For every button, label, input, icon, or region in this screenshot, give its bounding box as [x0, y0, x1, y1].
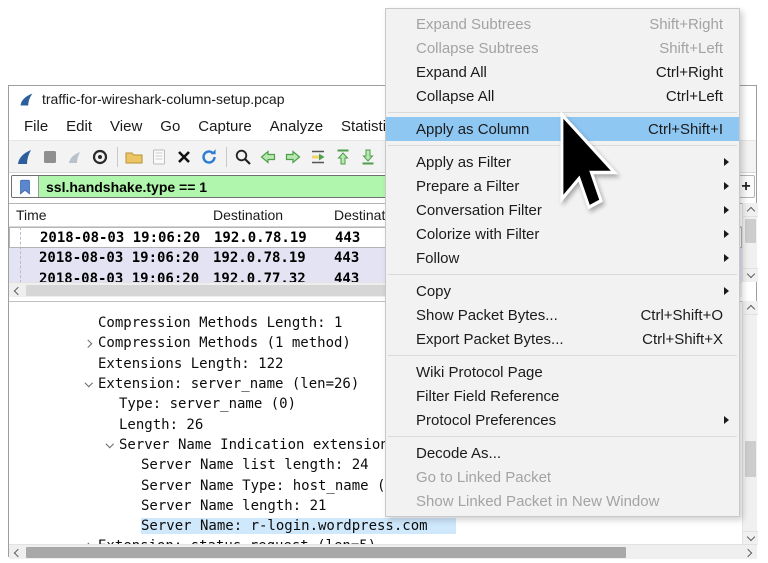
wireshark-fin-icon[interactable] [15, 147, 35, 167]
close-file-icon[interactable] [174, 147, 194, 167]
window-title: traffic-for-wireshark-column-setup.pcap [42, 91, 285, 107]
detail-horizontal-scrollbar[interactable] [9, 544, 757, 559]
menu-analyze[interactable]: Analyze [261, 112, 332, 140]
menu-item-go-to-linked-packet[interactable]: Go to Linked Packet [386, 465, 739, 489]
menu-item-decode-as[interactable]: Decode As... [386, 441, 739, 465]
scroll-right-icon[interactable] [742, 545, 757, 560]
submenu-arrow-icon [724, 230, 729, 238]
scrollbar-thumb[interactable] [745, 441, 756, 477]
toolbar-separator [117, 147, 118, 167]
scroll-down-icon[interactable] [743, 531, 758, 545]
open-file-icon[interactable] [124, 147, 144, 167]
submenu-arrow-icon [724, 287, 729, 295]
stop-capture-icon[interactable] [40, 147, 60, 167]
submenu-arrow-icon [724, 182, 729, 190]
tree-line[interactable]: Extension: status_request (len=5) [9, 536, 742, 544]
restart-capture-icon[interactable] [65, 147, 85, 167]
column-header-time[interactable]: Time [16, 207, 47, 223]
related-packet-gutter [20, 227, 21, 283]
menu-item-follow[interactable]: Follow [386, 246, 739, 270]
menu-capture[interactable]: Capture [189, 112, 260, 140]
context-menu: Expand Subtrees Shift+Right Collapse Sub… [385, 8, 740, 517]
go-back-icon[interactable] [258, 147, 278, 167]
menu-item-copy[interactable]: Copy [386, 279, 739, 303]
packet-list-vertical-scrollbar[interactable] [742, 203, 757, 282]
submenu-arrow-icon [724, 416, 729, 424]
menu-item-colorize-with-filter[interactable]: Colorize with Filter [386, 222, 739, 246]
scroll-up-icon[interactable] [743, 203, 758, 217]
scrollbar-thumb[interactable] [745, 219, 756, 243]
menu-separator [388, 436, 737, 437]
expander-expanded-icon[interactable] [80, 380, 98, 389]
submenu-arrow-icon [724, 158, 729, 166]
menu-item-wiki-protocol-page[interactable]: Wiki Protocol Page [386, 360, 739, 384]
column-header-destination[interactable]: Destination [213, 207, 283, 223]
wireshark-app-icon [18, 91, 35, 108]
scrollbar-thumb[interactable] [26, 547, 626, 558]
menu-item-collapse-subtrees[interactable]: Collapse Subtrees Shift+Left [386, 36, 739, 60]
scroll-down-icon[interactable] [743, 268, 758, 282]
menu-view[interactable]: View [101, 112, 151, 140]
mouse-cursor [558, 112, 628, 220]
scroll-left-icon[interactable] [9, 283, 24, 298]
expander-collapsed-icon[interactable] [80, 341, 98, 347]
menu-go[interactable]: Go [151, 112, 189, 140]
find-packet-icon[interactable] [233, 147, 253, 167]
menu-item-protocol-preferences[interactable]: Protocol Preferences [386, 408, 739, 432]
filter-bookmark-button[interactable] [12, 176, 39, 197]
menu-item-export-packet-bytes[interactable]: Export Packet Bytes... Ctrl+Shift+X [386, 327, 739, 351]
menu-item-show-packet-bytes[interactable]: Show Packet Bytes... Ctrl+Shift+O [386, 303, 739, 327]
menu-separator [388, 274, 737, 275]
menu-item-filter-field-reference[interactable]: Filter Field Reference [386, 384, 739, 408]
submenu-arrow-icon [724, 254, 729, 262]
toolbar-separator [226, 147, 227, 167]
display-filter-value[interactable]: ssl.handshake.type == 1 [39, 176, 207, 197]
scroll-up-icon[interactable] [743, 301, 758, 315]
capture-options-icon[interactable] [90, 147, 110, 167]
go-to-bottom-icon[interactable] [358, 147, 378, 167]
bookmark-icon [18, 179, 32, 195]
menu-item-show-linked-packet-in-new-window[interactable]: Show Linked Packet in New Window [386, 489, 739, 513]
submenu-arrow-icon [724, 206, 729, 214]
menu-edit[interactable]: Edit [57, 112, 101, 140]
expander-expanded-icon[interactable] [101, 441, 119, 450]
menu-separator [388, 355, 737, 356]
menu-item-collapse-all[interactable]: Collapse All Ctrl+Left [386, 84, 739, 108]
scroll-left-icon[interactable] [9, 545, 24, 560]
go-forward-icon[interactable] [283, 147, 303, 167]
menu-file[interactable]: File [15, 112, 57, 140]
save-file-icon[interactable] [149, 147, 169, 167]
detail-vertical-scrollbar[interactable] [742, 301, 757, 545]
menu-item-expand-all[interactable]: Expand All Ctrl+Right [386, 60, 739, 84]
reload-icon[interactable] [199, 147, 219, 167]
go-to-packet-icon[interactable] [308, 147, 328, 167]
menu-item-expand-subtrees[interactable]: Expand Subtrees Shift+Right [386, 12, 739, 36]
tree-line-selected[interactable]: Server Name: r-login.wordpress.com [9, 516, 742, 536]
go-to-top-icon[interactable] [333, 147, 353, 167]
